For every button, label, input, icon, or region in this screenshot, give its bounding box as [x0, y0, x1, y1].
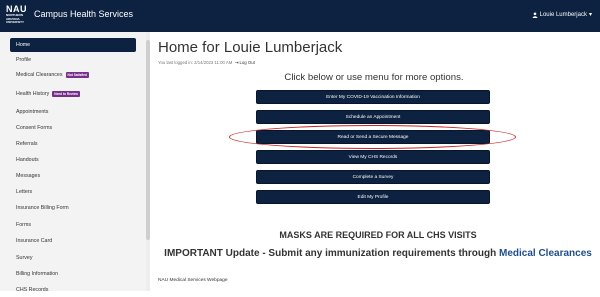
user-menu[interactable]: Louie Lumberjack ▾ [532, 11, 592, 18]
sidebar-item-medical-clearances[interactable]: Medical Clearances Not Satisfied [10, 68, 136, 82]
status-badge: Need to Review [52, 91, 80, 97]
logout-link[interactable]: ⇥ Log Out [234, 60, 255, 65]
masks-notice: MASKS ARE REQUIRED FOR ALL CHS VISITS [279, 230, 477, 240]
sidebar-item-label: Survey [16, 255, 33, 261]
sidebar-item-home[interactable]: Home [10, 38, 136, 52]
caret-down-icon: ▾ [588, 12, 592, 18]
medical-clearances-link[interactable]: Medical Clearances [499, 248, 592, 259]
sidebar-item-label: Referrals [16, 141, 38, 147]
sidebar-item-label: Forms [16, 222, 32, 228]
instructions-heading: Click below or use menu for more options… [284, 72, 464, 83]
edit-profile-button[interactable]: Edit My Profile [256, 190, 490, 204]
complete-survey-button[interactable]: Complete a Survey [256, 170, 490, 184]
sidebar-item-profile[interactable]: Profile [10, 53, 136, 67]
sidebar-item-insurance-billing-form[interactable]: Insurance Billing Form [10, 201, 136, 215]
sidebar-item-label: Consent Forms [16, 125, 53, 131]
sidebar: Home Profile Medical Clearances Not Satis… [0, 32, 147, 293]
sidebar-item-health-history[interactable]: Health History Need to Review [10, 87, 136, 101]
sidebar-item-survey[interactable]: Survey [10, 251, 136, 265]
sidebar-item-label: Home [16, 42, 31, 48]
sidebar-item-handouts[interactable]: Handouts [10, 153, 136, 167]
sidebar-item-label: Medical Clearances [16, 72, 63, 78]
sidebar-item-label: Profile [16, 57, 32, 63]
app-title[interactable]: Campus Health Services [34, 9, 133, 19]
logout-label: Log Out [239, 60, 255, 65]
nau-logo[interactable]: NAU NORTHERN ARIZONA UNIVERSITY [6, 5, 28, 26]
covid-vaccination-button[interactable]: Enter My COVID-19 Vaccination Informatio… [256, 90, 490, 104]
sidebar-item-label: Billing Information [16, 271, 59, 277]
user-name: Louie Lumberjack [539, 11, 587, 18]
sidebar-item-letters[interactable]: Letters [10, 185, 136, 199]
last-login-info: You last logged in: 2/14/2023 11:00 AM ⇥… [158, 60, 255, 66]
sidebar-item-appointments[interactable]: Appointments [10, 105, 136, 119]
sidebar-item-label: Handouts [16, 157, 39, 163]
sidebar-item-billing-information[interactable]: Billing Information [10, 267, 136, 281]
sidebar-item-label: Letters [16, 189, 33, 195]
sidebar-item-messages[interactable]: Messages [10, 169, 136, 183]
important-text: IMPORTANT Update - Submit any immunizati… [164, 248, 497, 259]
sidebar-item-chs-records[interactable]: CHS Records [10, 283, 136, 297]
schedule-appointment-button[interactable]: Schedule an Appointment [256, 110, 490, 124]
important-update: IMPORTANT Update - Submit any immunizati… [158, 248, 598, 259]
sidebar-item-label: Insurance Card [16, 238, 53, 244]
sidebar-item-label: Messages [16, 173, 41, 179]
top-navbar: NAU NORTHERN ARIZONA UNIVERSITY Campus H… [0, 0, 600, 32]
sidebar-item-label: Health History [16, 91, 50, 97]
logout-icon: ⇥ [234, 60, 239, 65]
last-login-text: You last logged in: 2/14/2023 11:00 AM [158, 60, 233, 65]
page-title: Home for Louie Lumberjack [158, 39, 343, 56]
sidebar-item-label: Insurance Billing Form [16, 205, 69, 211]
sidebar-item-label: Appointments [16, 109, 49, 115]
medical-services-webpage-link[interactable]: NAU Medical Services Webpage [158, 278, 228, 283]
sidebar-item-label: CHS Records [16, 287, 49, 293]
sidebar-item-forms[interactable]: Forms [10, 218, 136, 232]
sidebar-item-insurance-card[interactable]: Insurance Card [10, 234, 136, 248]
sidebar-item-referrals[interactable]: Referrals [10, 137, 136, 151]
status-badge: Not Satisfied [65, 72, 90, 78]
logo-subtext: NORTHERN ARIZONA UNIVERSITY [6, 13, 25, 24]
view-chs-records-button[interactable]: View My CHS Records [256, 150, 490, 164]
highlight-annotation [229, 125, 516, 149]
main-content: Home for Louie Lumberjack You last logge… [158, 32, 598, 291]
user-icon [532, 11, 538, 18]
sidebar-scrollbar-thumb[interactable] [146, 40, 150, 240]
sidebar-item-consent-forms[interactable]: Consent Forms [10, 121, 136, 135]
